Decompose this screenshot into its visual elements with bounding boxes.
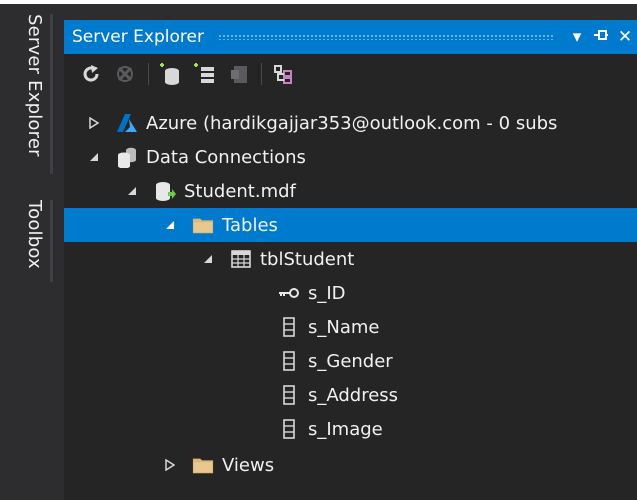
tree-node-column-s-name[interactable]: s_Name <box>64 310 637 344</box>
stop-refresh-button[interactable] <box>112 61 138 87</box>
refresh-icon <box>83 65 99 82</box>
tree-node-label: s_Image <box>308 418 383 440</box>
connect-to-database-icon <box>160 63 179 85</box>
table-icon <box>230 248 252 270</box>
server-explorer-panel: Server Explorer ▾ ✕ Azure (hardikgajjar3… <box>64 20 637 500</box>
expand-arrow-icon[interactable] <box>86 115 102 131</box>
show-data-connection-schema-button[interactable] <box>270 61 296 87</box>
collapse-arrow-icon[interactable] <box>200 251 216 267</box>
connect-to-sharepoint-icon <box>231 66 247 83</box>
data-connections-icon <box>116 146 138 168</box>
primary-key-icon <box>278 282 300 304</box>
tree-node-label: Views <box>222 454 275 476</box>
folder-icon <box>192 214 214 236</box>
toolbar-separator <box>261 63 262 85</box>
refresh-button[interactable] <box>78 61 104 87</box>
tree-node-label: Student.mdf <box>184 180 296 202</box>
tree-node-label: s_Name <box>308 316 380 338</box>
side-tab-indicator <box>50 14 53 174</box>
tree-node-label: Tables <box>222 214 278 236</box>
panel-title: Server Explorer <box>72 27 204 47</box>
database-connection-icon <box>154 180 176 202</box>
window-position-dropdown-button[interactable]: ▾ <box>565 27 589 47</box>
side-tab-indicator <box>50 200 53 282</box>
auto-hide-pin-button[interactable] <box>589 27 613 48</box>
toolbox-side-tab[interactable]: Toolbox <box>24 200 45 269</box>
collapse-arrow-icon[interactable] <box>124 183 140 199</box>
panel-titlebar[interactable]: Server Explorer ▾ ✕ <box>64 20 637 54</box>
titlebar-grip[interactable] <box>217 34 553 40</box>
toolbar-separator <box>148 63 149 85</box>
tree-node-label: Azure (hardikgajjar353@outlook.com - 0 s… <box>146 112 558 134</box>
panel-toolbar <box>64 54 637 94</box>
connect-to-sharepoint-button[interactable] <box>225 61 251 87</box>
column-icon <box>278 384 300 406</box>
close-panel-button[interactable]: ✕ <box>613 27 637 47</box>
folder-icon <box>192 454 214 476</box>
tree-node-column-s-gender[interactable]: s_Gender <box>64 344 637 378</box>
tree-node-views[interactable]: Views <box>64 448 637 482</box>
collapse-arrow-icon[interactable] <box>86 149 102 165</box>
tree-node-tables[interactable]: Tables <box>64 208 637 242</box>
tree-node-label: s_Address <box>308 384 399 406</box>
tree-node-column-s-id[interactable]: s_ID <box>64 276 637 310</box>
tree-node-label: tblStudent <box>260 248 355 270</box>
tree-node-data-connections[interactable]: Data Connections <box>64 140 637 174</box>
connect-to-database-button[interactable] <box>157 61 183 87</box>
azure-icon <box>116 112 138 134</box>
tree-node-label: Data Connections <box>146 146 306 168</box>
show-data-connection-schema-icon <box>274 65 292 84</box>
server-explorer-side-tab[interactable]: Server Explorer <box>24 14 45 157</box>
column-icon <box>278 350 300 372</box>
stop-refresh-icon <box>117 66 133 82</box>
tree-node-azure[interactable]: Azure (hardikgajjar353@outlook.com - 0 s… <box>64 106 637 140</box>
connect-to-server-button[interactable] <box>191 61 217 87</box>
tree-node-column-s-image[interactable]: s_Image <box>64 412 637 446</box>
column-icon <box>278 316 300 338</box>
expand-arrow-icon[interactable] <box>162 457 178 473</box>
tree-node-column-s-address[interactable]: s_Address <box>64 378 637 412</box>
tree-node-label: s_ID <box>308 282 346 304</box>
collapse-arrow-icon[interactable] <box>162 217 178 233</box>
connect-to-server-icon <box>194 63 214 83</box>
tree-node-tblstudent[interactable]: tblStudent <box>64 242 637 276</box>
pin-icon <box>594 29 608 40</box>
tree-node-label: s_Gender <box>308 350 393 372</box>
column-icon <box>278 418 300 440</box>
tree-node-student-mdf[interactable]: Student.mdf <box>64 174 637 208</box>
